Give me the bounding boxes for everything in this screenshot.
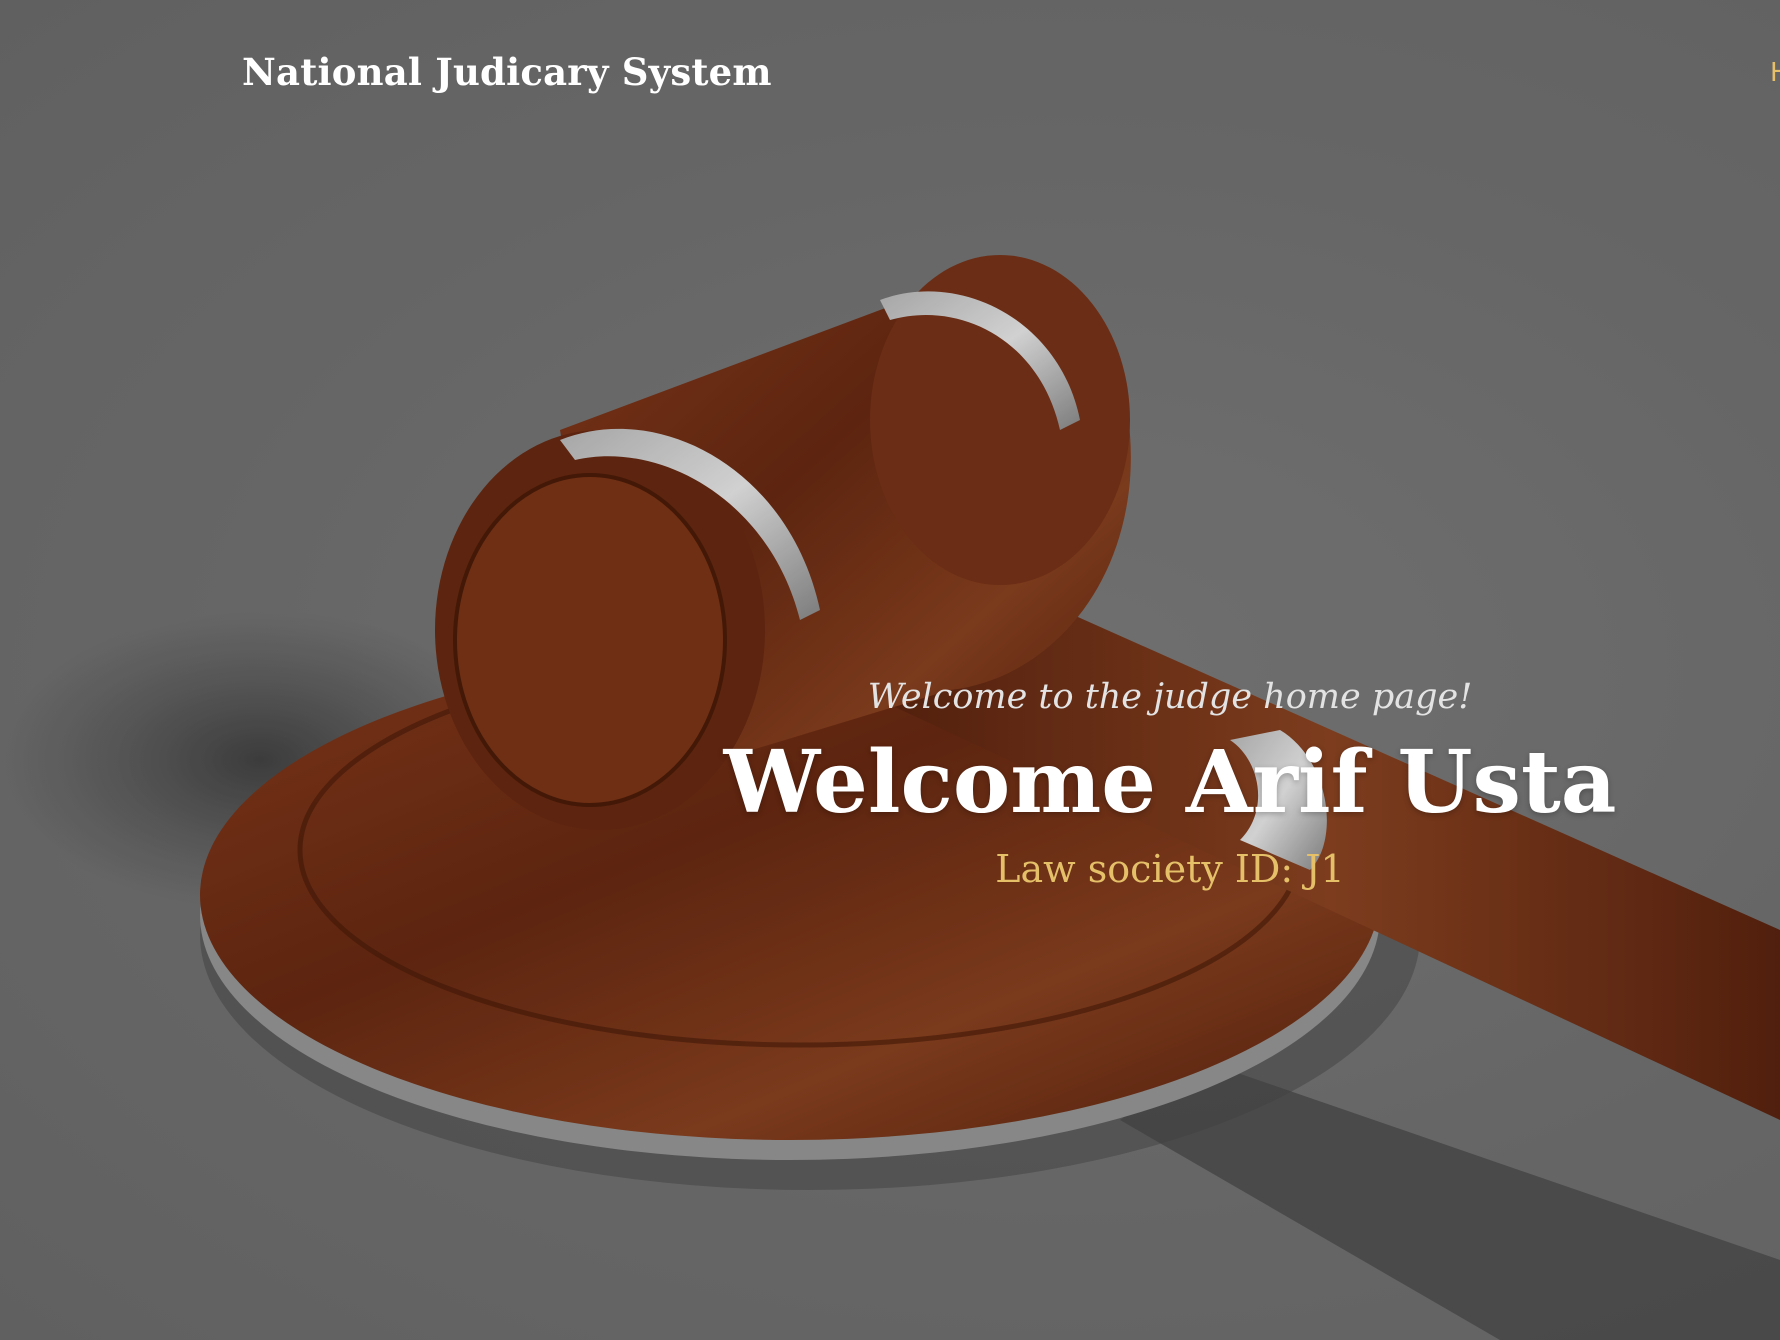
hero-text-block: Welcome to the judge home page! Welcome …: [700, 670, 1640, 896]
top-navbar: National Judicary System H: [0, 0, 1780, 150]
judge-home-page: National Judicary System H Welcome to th…: [0, 0, 1780, 1340]
brand-link[interactable]: National Judicary System: [242, 50, 772, 94]
law-society-id: Law society ID: J1: [995, 847, 1345, 891]
nav-link-home[interactable]: H: [1770, 58, 1780, 88]
hero-subheading: Welcome to the judge home page!: [867, 677, 1473, 717]
hero-heading: Welcome Arif Usta: [723, 732, 1617, 833]
